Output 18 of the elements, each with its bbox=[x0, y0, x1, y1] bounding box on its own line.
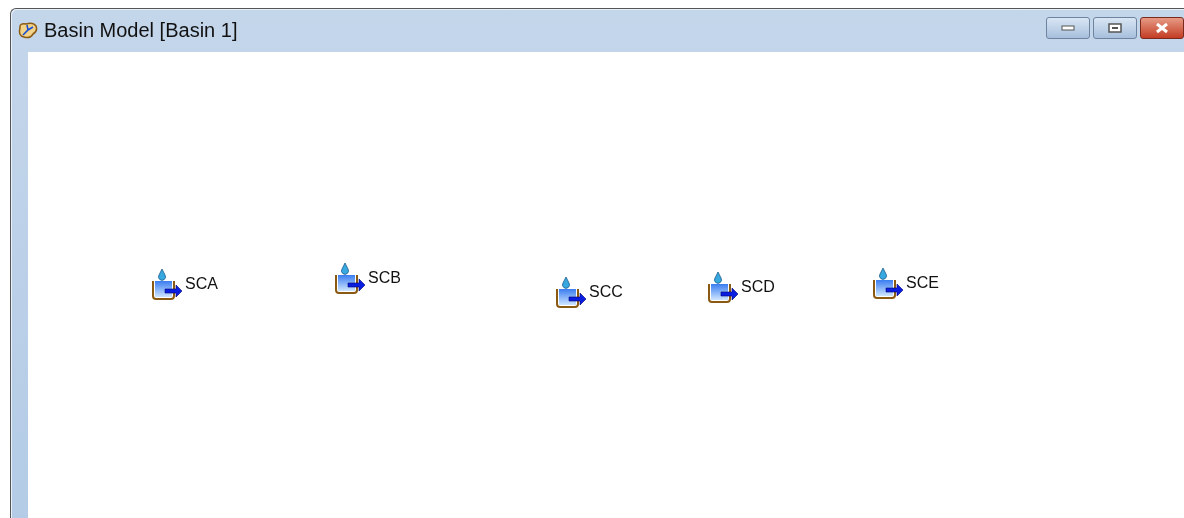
restore-icon bbox=[1108, 22, 1122, 33]
element-label: SCC bbox=[589, 283, 623, 301]
subbasin-icon[interactable] bbox=[707, 271, 739, 305]
close-icon bbox=[1154, 21, 1170, 34]
subbasin-icon[interactable] bbox=[872, 267, 904, 301]
close-button[interactable] bbox=[1140, 16, 1184, 39]
element-label: SCB bbox=[368, 269, 401, 287]
minimize-button[interactable] bbox=[1046, 16, 1090, 39]
subbasin-icon[interactable] bbox=[334, 262, 366, 296]
app-icon bbox=[17, 21, 39, 40]
restore-button[interactable] bbox=[1093, 16, 1137, 39]
subbasin-icon[interactable] bbox=[555, 276, 587, 310]
element-label: SCD bbox=[741, 278, 775, 296]
element-label: SCA bbox=[185, 275, 218, 293]
minimize-icon bbox=[1061, 24, 1075, 31]
element-label: SCE bbox=[906, 274, 939, 292]
window-title: Basin Model [Basin 1] bbox=[44, 19, 238, 42]
subbasin-icon[interactable] bbox=[151, 268, 183, 302]
